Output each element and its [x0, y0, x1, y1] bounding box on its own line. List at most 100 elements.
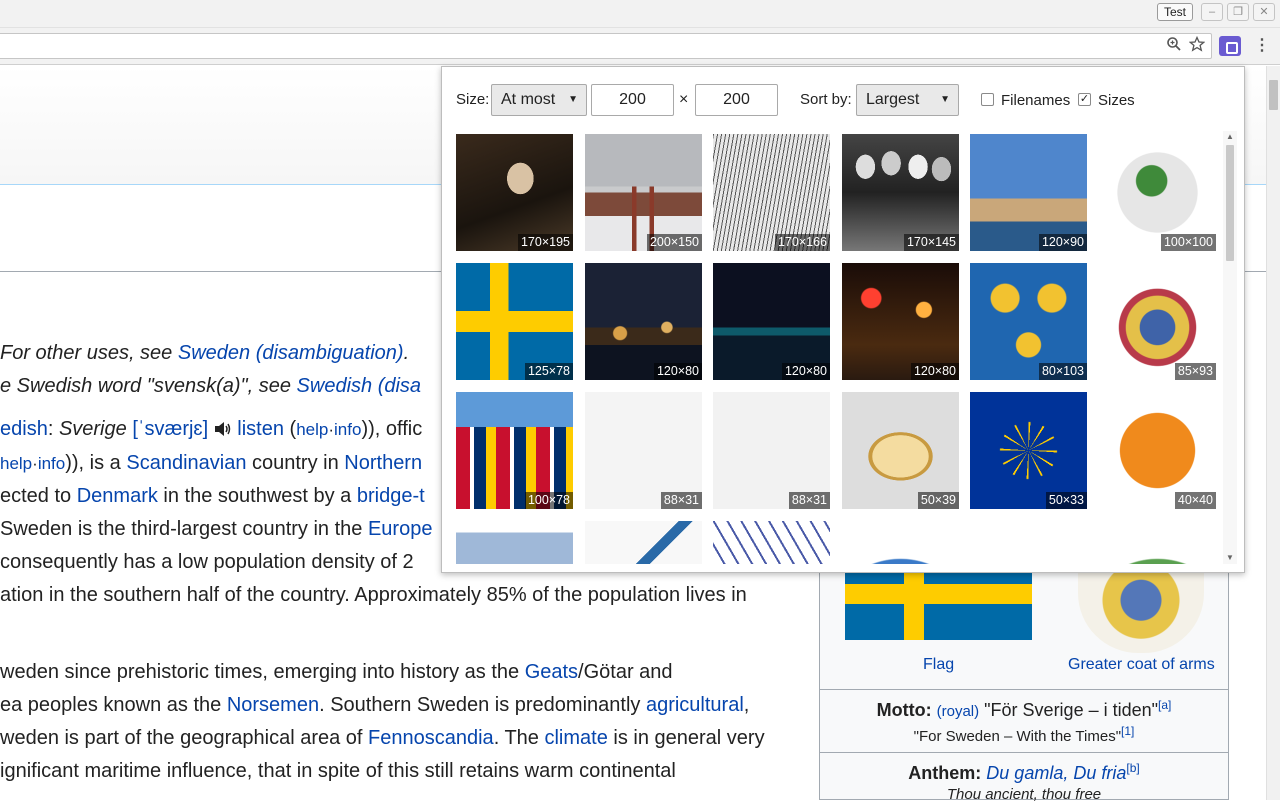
times-sign: ×	[679, 91, 689, 108]
image-thumbnail[interactable]: 200×150	[585, 134, 702, 251]
sizes-checkbox[interactable]: ✓	[1078, 93, 1091, 106]
swedish-language-link[interactable]: edish	[0, 418, 48, 440]
image-thumbnail[interactable]: 50×39	[842, 392, 959, 509]
anthem-link[interactable]: Du gamla, Du fria	[986, 763, 1126, 783]
image-thumbnail[interactable]	[842, 521, 959, 564]
image-thumbnail[interactable]: 125×78	[456, 263, 573, 380]
width-input[interactable]: 200	[591, 84, 674, 116]
speaker-icon[interactable]	[214, 421, 232, 437]
minimize-button[interactable]: –	[1201, 3, 1223, 21]
scroll-up-arrow[interactable]: ▲	[1223, 131, 1237, 143]
intro-line-3: ected to Denmark in the southwest by a b…	[0, 485, 425, 507]
image-size-label: 170×195	[517, 234, 573, 251]
image-size-label: 100×78	[524, 492, 573, 509]
image-size-label: 88×31	[788, 492, 830, 509]
address-bar[interactable]	[0, 33, 1212, 59]
ipa-link[interactable]: [ˈsværjɛ]	[132, 418, 208, 440]
intro-line-5: consequently has a low population densit…	[0, 551, 414, 573]
sort-label: Sort by:	[800, 91, 852, 108]
filenames-label[interactable]: Filenames	[1001, 92, 1070, 109]
listen-link[interactable]: listen	[237, 418, 284, 440]
image-thumbnail[interactable]: 170×166	[713, 134, 830, 251]
image-thumbnail[interactable]	[970, 521, 1087, 564]
swedish-link[interactable]: Swedish (disa	[297, 375, 422, 397]
info-link-2[interactable]: info	[38, 454, 65, 473]
scroll-down-arrow[interactable]: ▼	[1223, 552, 1237, 564]
image-thumbnail[interactable]: 100×78	[456, 392, 573, 509]
symbols-image	[713, 521, 830, 564]
royal-link[interactable]: (royal)	[937, 703, 980, 720]
image-size-label: 120×80	[781, 363, 830, 380]
brain-blue-image	[970, 521, 1087, 564]
page-scrollbar[interactable]	[1266, 66, 1280, 800]
browser-menu-icon[interactable]: ⋮	[1254, 36, 1270, 56]
anthem-row: Anthem: Du gamla, Du fria[b]	[908, 761, 1140, 783]
northern-link[interactable]: Northern	[344, 452, 422, 474]
image-thumbnail[interactable]: 88×31	[585, 392, 702, 509]
page-scrollbar-thumb[interactable]	[1269, 80, 1278, 110]
europe-link[interactable]: Europe	[368, 518, 433, 540]
image-thumbnail[interactable]: 120×80	[713, 263, 830, 380]
denmark-link[interactable]: Denmark	[77, 485, 158, 507]
image-thumbnail[interactable]: 50×33	[970, 392, 1087, 509]
close-button[interactable]: ✕	[1253, 3, 1275, 21]
scandinavian-link[interactable]: Scandinavian	[126, 452, 246, 474]
image-thumbnail[interactable]	[1099, 521, 1216, 564]
image-size-label: 200×150	[646, 234, 702, 251]
popup-scrollbar[interactable]: ▲ ▼	[1223, 131, 1237, 564]
image-size-label: 85×93	[1174, 363, 1216, 380]
flag-caption[interactable]: Flag	[923, 656, 954, 674]
intro-line-1: edish: Sverige [ˈsværjɛ] listen (help·in…	[0, 418, 423, 440]
image-thumbnail[interactable]	[456, 521, 573, 564]
image-thumbnail[interactable]: 85×93	[1099, 263, 1216, 380]
image-thumbnail[interactable]: 88×31	[713, 392, 830, 509]
image-thumbnail[interactable]: 170×195	[456, 134, 573, 251]
disambiguation-link[interactable]: Sweden (disambiguation)	[178, 342, 404, 364]
size-mode-select[interactable]: At most ▼	[491, 84, 587, 116]
sort-select[interactable]: Largest ▼	[856, 84, 959, 116]
motto-row: Motto: (royal) "För Sverige – i tiden"[a…	[876, 698, 1172, 720]
image-thumbnail[interactable]: 170×145	[842, 134, 959, 251]
geats-link[interactable]: Geats	[525, 661, 578, 683]
intro-line-6: ation in the southern half of the countr…	[0, 584, 747, 606]
motto-translation-ref[interactable]: [1]	[1121, 724, 1134, 738]
flag-image[interactable]	[845, 570, 1032, 640]
info-link[interactable]: info	[334, 420, 361, 439]
infobox-divider-1	[820, 689, 1228, 690]
browser-toolbar: ⋮	[0, 28, 1280, 65]
filenames-checkbox[interactable]	[981, 93, 994, 106]
sizes-label[interactable]: Sizes	[1098, 92, 1135, 109]
image-thumbnail[interactable]	[713, 521, 830, 564]
climate-link[interactable]: climate	[544, 727, 607, 749]
help-link-2[interactable]: help	[0, 454, 32, 473]
motto-ref[interactable]: [a]	[1158, 698, 1171, 712]
fennoscandia-link[interactable]: Fennoscandia	[368, 727, 494, 749]
agricultural-link[interactable]: agricultural	[646, 694, 744, 716]
image-size-label: 100×100	[1160, 234, 1216, 251]
image-thumbnail[interactable]: 100×100	[1099, 134, 1216, 251]
restore-button[interactable]: ❐	[1227, 3, 1249, 21]
intro-line-4: Sweden is the third-largest country in t…	[0, 518, 433, 540]
popup-scrollbar-thumb[interactable]	[1226, 145, 1234, 261]
image-thumbnail[interactable]: 120×90	[970, 134, 1087, 251]
history-line-2: ea peoples known as the Norsemen. Southe…	[0, 694, 750, 716]
anthem-ref[interactable]: [b]	[1126, 761, 1139, 775]
image-thumbnail[interactable]: 120×80	[585, 263, 702, 380]
image-thumbnail[interactable]: 40×40	[1099, 392, 1216, 509]
blue-box-image	[456, 521, 573, 564]
mountains-image	[585, 521, 702, 564]
star-icon[interactable]	[1187, 35, 1207, 56]
image-thumbnail[interactable]: 120×80	[842, 263, 959, 380]
zoom-icon[interactable]	[1164, 36, 1184, 56]
image-size-label: 88×31	[660, 492, 702, 509]
profile-button[interactable]: Test	[1157, 3, 1194, 21]
history-line-3: weden is part of the geographical area o…	[0, 727, 765, 749]
help-link[interactable]: help	[296, 420, 328, 439]
height-input[interactable]: 200	[695, 84, 778, 116]
bridge-link[interactable]: bridge-t	[357, 485, 425, 507]
image-extension-icon[interactable]	[1219, 36, 1241, 56]
norsemen-link[interactable]: Norsemen	[227, 694, 319, 716]
image-thumbnail[interactable]	[585, 521, 702, 564]
image-thumbnail[interactable]: 80×103	[970, 263, 1087, 380]
coat-of-arms-caption[interactable]: Greater coat of arms	[1068, 656, 1215, 674]
